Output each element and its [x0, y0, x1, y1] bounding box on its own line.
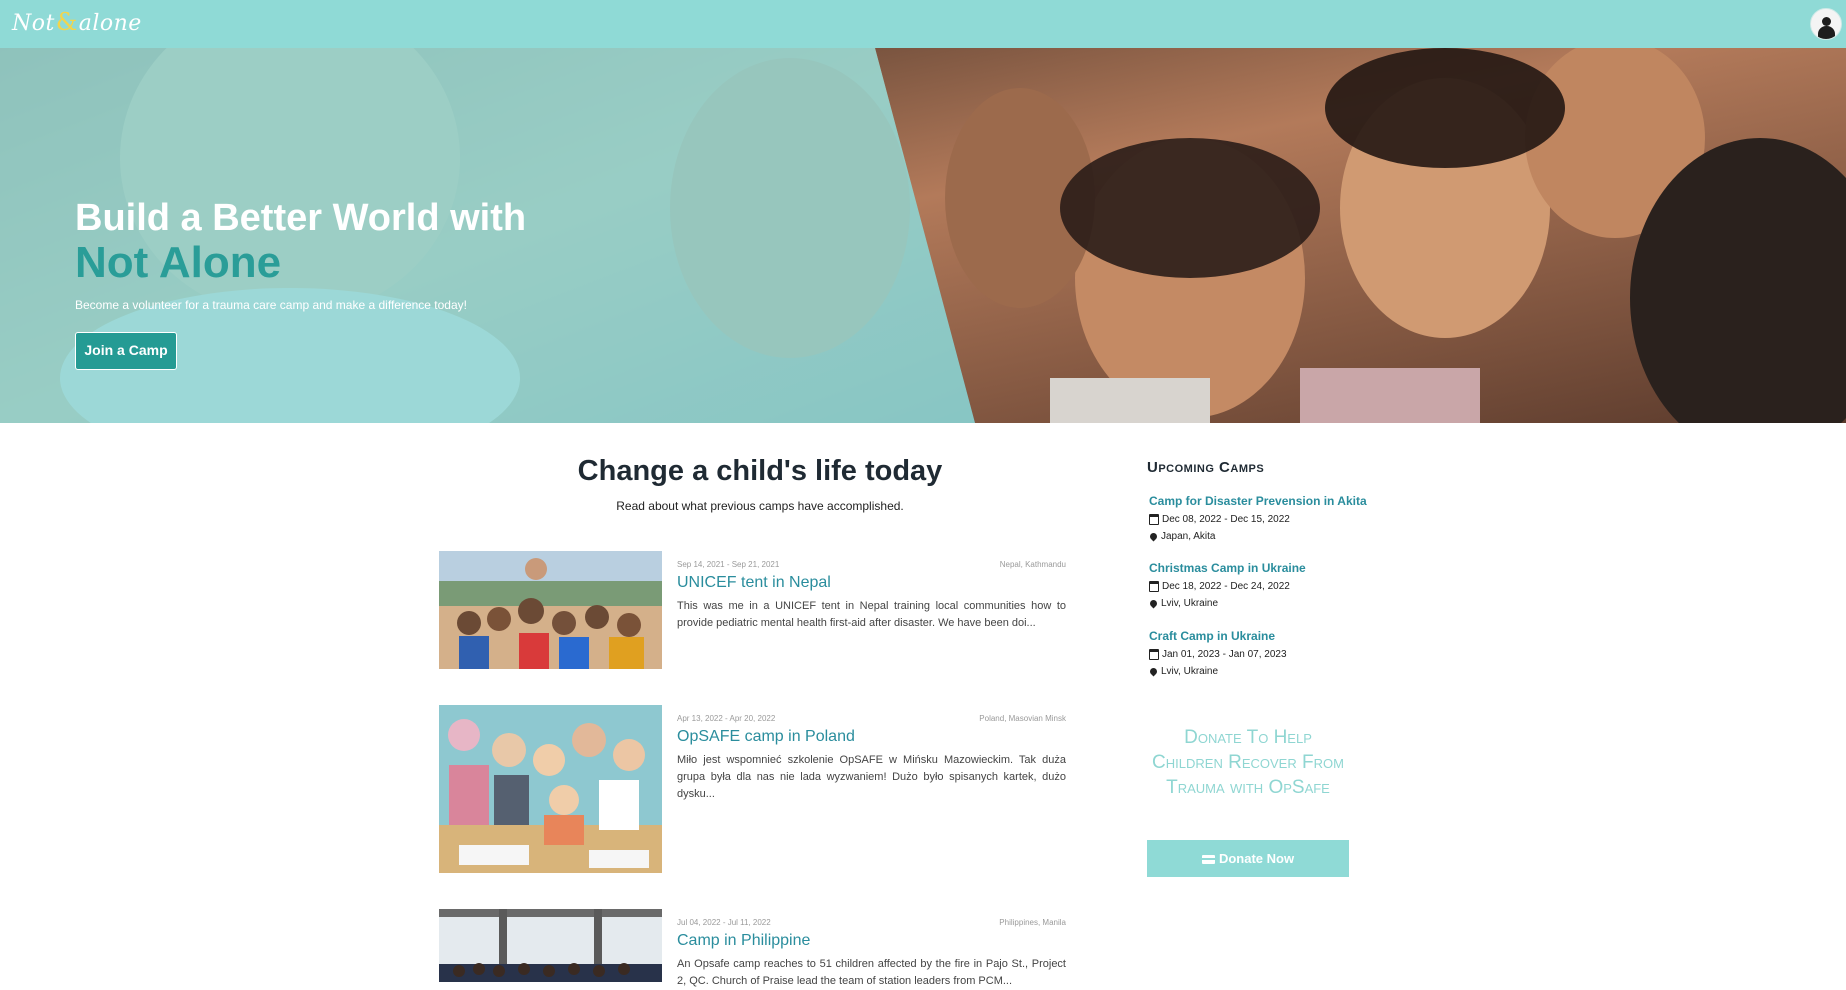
post-title-link[interactable]: Camp in Philippine	[677, 932, 810, 950]
post-photo	[439, 909, 662, 982]
camp-title-link[interactable]: Christmas Camp in Ukraine	[1149, 561, 1379, 575]
camp-item[interactable]: Christmas Camp in Ukraine Dec 18, 2022 -…	[1148, 561, 1379, 615]
camp-item[interactable]: Craft Camp in Ukraine Jan 01, 2023 - Jan…	[1148, 629, 1379, 683]
camp-dates-text: Dec 18, 2022 - Dec 24, 2022	[1162, 581, 1290, 592]
hero-title: Build a Better World with Not Alone	[75, 196, 526, 286]
camp-location: Japan, Akita	[1148, 531, 1379, 542]
post-dates: Sep 14, 2021 - Sep 21, 2021	[677, 560, 780, 569]
camp-dates: Dec 08, 2022 - Dec 15, 2022	[1149, 514, 1379, 525]
post-location: Philippines, Manila	[999, 918, 1066, 927]
camp-location: Lviv, Ukraine	[1148, 598, 1379, 609]
post-dates: Apr 13, 2022 - Apr 20, 2022	[677, 714, 776, 723]
camp-location-text: Lviv, Ukraine	[1161, 598, 1219, 609]
camp-location-text: Japan, Akita	[1161, 531, 1216, 542]
brand-ampersand: &	[55, 8, 78, 36]
post-excerpt: Miło jest wspomnieć szkolenie OpSAFE w M…	[677, 754, 1066, 800]
section-subtitle: Read about what previous camps have acco…	[616, 499, 904, 513]
brand-logo[interactable]: Not&alone	[12, 8, 142, 36]
post-card[interactable]: Jul 04, 2022 - Jul 11, 2022 Philippines,…	[439, 909, 1066, 987]
post-thumbnail[interactable]	[439, 909, 662, 982]
credit-card-icon	[1201, 855, 1215, 864]
map-pin-icon	[1148, 666, 1159, 677]
post-photo	[439, 705, 662, 873]
camp-location: Lviv, Ukraine	[1148, 666, 1379, 677]
hero-subtitle: Become a volunteer for a trauma care cam…	[75, 298, 467, 312]
camp-dates: Dec 18, 2022 - Dec 24, 2022	[1149, 581, 1379, 592]
avatar-head	[1822, 17, 1831, 26]
join-camp-button[interactable]: Join a Camp	[75, 332, 177, 370]
upcoming-camps-heading: Upcoming Camps	[1147, 459, 1265, 476]
donate-now-button[interactable]: Donate Now	[1147, 840, 1349, 877]
post-location: Nepal, Kathmandu	[999, 560, 1066, 569]
post-thumbnail[interactable]	[439, 551, 662, 669]
post-excerpt: An Opsafe camp reaches to 51 children af…	[677, 958, 1066, 987]
avatar-torso	[1818, 26, 1835, 39]
post-dates: Jul 04, 2022 - Jul 11, 2022	[677, 918, 771, 927]
map-pin-icon	[1148, 598, 1159, 609]
post-thumbnail[interactable]	[439, 705, 662, 873]
camp-title-link[interactable]: Craft Camp in Ukraine	[1149, 629, 1379, 643]
donate-button-label: Donate Now	[1218, 851, 1295, 866]
camp-dates: Jan 01, 2023 - Jan 07, 2023	[1149, 649, 1379, 660]
hero-title-line1: Build a Better World with	[75, 197, 527, 239]
hero-title-brand: Not Alone	[75, 238, 282, 287]
camp-title-link[interactable]: Camp for Disaster Prevension in Akita	[1149, 494, 1379, 508]
section-title: Change a child's life today	[577, 455, 943, 487]
camp-dates-text: Dec 08, 2022 - Dec 15, 2022	[1162, 514, 1290, 525]
post-title-link[interactable]: UNICEF tent in Nepal	[677, 574, 831, 592]
calendar-icon	[1149, 514, 1159, 525]
post-location: Poland, Masovian Minsk	[979, 714, 1066, 723]
brand-left: Not	[12, 11, 55, 36]
camp-item[interactable]: Camp for Disaster Prevension in Akita De…	[1148, 494, 1379, 548]
calendar-icon	[1149, 649, 1159, 660]
post-card[interactable]: Apr 13, 2022 - Apr 20, 2022 Poland, Maso…	[439, 705, 1066, 873]
post-photo	[439, 551, 662, 669]
user-avatar-icon[interactable]	[1810, 8, 1842, 40]
map-pin-icon	[1148, 531, 1159, 542]
calendar-icon	[1149, 581, 1159, 592]
donate-callout: Donate To Help Children Recover From Tra…	[1152, 727, 1344, 798]
camp-location-text: Lviv, Ukraine	[1161, 666, 1219, 677]
post-card[interactable]: Sep 14, 2021 - Sep 21, 2021 Nepal, Kathm…	[439, 551, 1066, 669]
post-title-link[interactable]: OpSAFE camp in Poland	[677, 728, 855, 746]
brand-right: alone	[78, 11, 142, 36]
camp-dates-text: Jan 01, 2023 - Jan 07, 2023	[1162, 649, 1287, 660]
top-navbar: Not&alone	[0, 0, 1846, 48]
hero-banner: Build a Better World with Not Alone Beco…	[0, 48, 1846, 423]
post-excerpt: This was me in a UNICEF tent in Nepal tr…	[677, 600, 1066, 629]
